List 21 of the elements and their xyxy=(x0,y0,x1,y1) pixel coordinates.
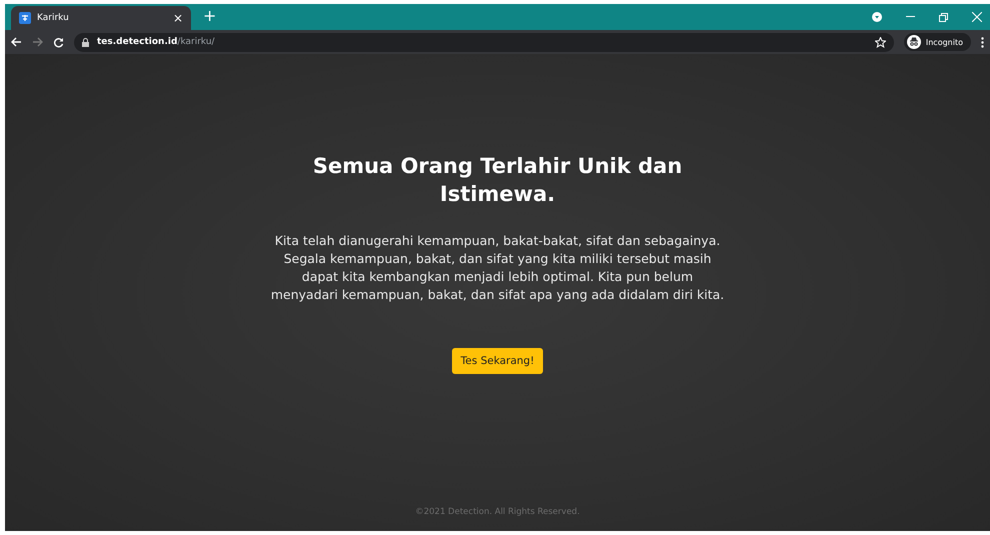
browser-tab[interactable]: Karirku × xyxy=(11,6,191,30)
star-icon[interactable] xyxy=(874,36,886,48)
start-test-button[interactable]: Tes Sekarang! xyxy=(452,348,544,374)
dropdown-icon[interactable] xyxy=(872,12,882,22)
restore-icon[interactable] xyxy=(939,12,948,22)
hero-text: Kita telah dianugerahi kemampuan, bakat-bakat, sifat dan sebagainya. Segala kemampuan, bakat, dan sifat yang kita miliki tersebut masih dapat kita kembangkan menjadi lebih optimal. Kita pun belum menyadari kemampuan, bakat, dan sifat apa yang ada didalam diri kita. xyxy=(270,232,726,304)
new-tab-button[interactable]: + xyxy=(203,6,216,25)
profile-button[interactable]: Incognito xyxy=(904,33,971,51)
incognito-icon xyxy=(906,35,921,49)
hero-title: Semua Orang Terlahir Unik dan Istimewa. xyxy=(312,153,684,208)
close-icon[interactable] xyxy=(972,12,982,22)
footer-text: ©2021 Detection. All Rights Reserved. xyxy=(415,507,580,517)
menu-icon[interactable] xyxy=(981,36,984,48)
reload-icon[interactable] xyxy=(53,36,64,48)
address-bar[interactable]: tes.detection.id/karirku/ xyxy=(74,32,894,52)
lock-icon xyxy=(82,38,89,46)
forward-icon[interactable] xyxy=(32,37,43,47)
close-tab-button[interactable]: × xyxy=(172,11,183,25)
app-icon xyxy=(19,12,31,24)
minimize-icon[interactable] xyxy=(906,16,915,18)
back-icon[interactable] xyxy=(11,37,22,47)
